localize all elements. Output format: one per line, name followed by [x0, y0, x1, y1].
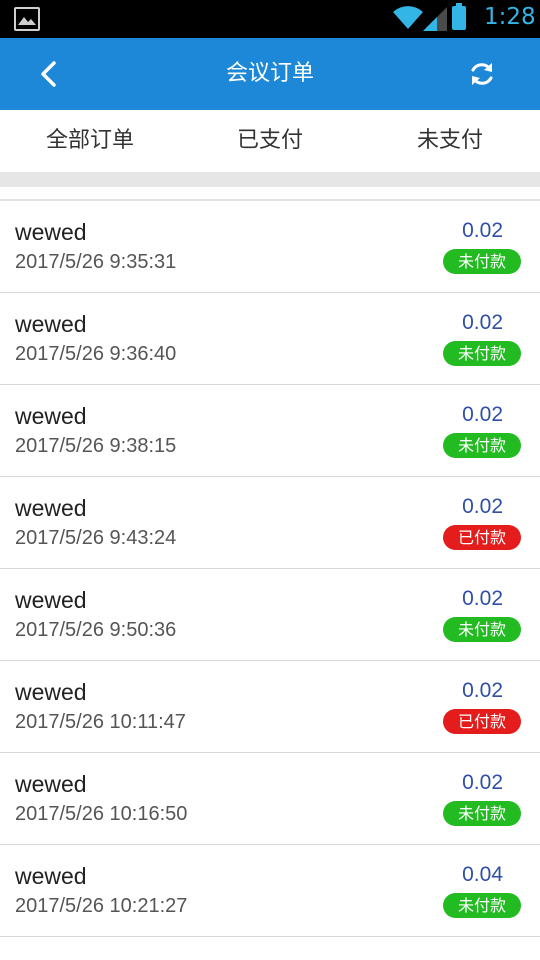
- order-row[interactable]: wewed 2017/5/26 9:38:15 0.02 未付款: [0, 385, 540, 477]
- status-bar: 1:28: [0, 0, 540, 38]
- order-amount: 0.02: [462, 771, 503, 794]
- tab-all-orders[interactable]: 全部订单: [0, 110, 180, 172]
- wifi-icon: [393, 6, 423, 29]
- order-time: 2017/5/26 10:16:50: [15, 803, 188, 825]
- page-title: 会议订单: [225, 61, 314, 86]
- order-name: wewed: [15, 587, 87, 613]
- status-badge: 未付款: [443, 617, 521, 642]
- refresh-icon: [471, 63, 493, 85]
- order-amount: 0.02: [462, 403, 503, 426]
- status-time: 1:28: [484, 4, 536, 30]
- order-time: 2017/5/26 9:43:24: [15, 527, 177, 549]
- status-badge: 未付款: [443, 433, 521, 458]
- order-row[interactable]: wewed 2017/5/26 9:35:31 0.02 未付款: [0, 201, 540, 293]
- order-amount: 0.02: [462, 679, 503, 702]
- order-name: wewed: [15, 219, 87, 245]
- order-name: wewed: [15, 495, 87, 521]
- order-name: wewed: [15, 771, 87, 797]
- order-row[interactable]: wewed 2017/5/26 9:50:36 0.02 未付款: [0, 569, 540, 661]
- refresh-button[interactable]: [460, 52, 504, 96]
- order-time: 2017/5/26 9:36:40: [15, 343, 177, 365]
- status-badge: 未付款: [443, 341, 521, 366]
- order-row[interactable]: wewed 2017/5/26 10:16:50 0.02 未付款: [0, 753, 540, 845]
- status-badge: 未付款: [443, 801, 521, 826]
- order-time: 2017/5/26 10:11:47: [15, 711, 186, 733]
- image-icon: [14, 7, 40, 31]
- order-row[interactable]: wewed 2017/5/26 9:43:24 0.02 已付款: [0, 477, 540, 569]
- chevron-left-icon: [41, 61, 56, 87]
- order-amount: 0.02: [462, 587, 503, 610]
- status-badge: 未付款: [443, 249, 521, 274]
- status-badge: 已付款: [443, 709, 521, 734]
- order-name: wewed: [15, 863, 87, 889]
- tab-unpaid[interactable]: 未支付: [360, 110, 540, 172]
- order-list: wewed 2017/5/26 9:35:31 0.02 未付款 wewed 2…: [0, 201, 540, 937]
- order-amount: 0.02: [462, 311, 503, 334]
- order-amount: 0.02: [462, 495, 503, 518]
- section-separator: [0, 172, 540, 187]
- order-name: wewed: [15, 311, 87, 337]
- battery-icon: [452, 3, 466, 30]
- order-amount: 0.04: [462, 863, 503, 886]
- order-time: 2017/5/26 9:38:15: [15, 435, 177, 457]
- signal-icon: [423, 7, 447, 31]
- status-badge: 已付款: [443, 525, 521, 550]
- order-row[interactable]: wewed 2017/5/26 10:11:47 0.02 已付款: [0, 661, 540, 753]
- order-time: 2017/5/26 9:35:31: [15, 251, 177, 273]
- back-button[interactable]: [28, 52, 72, 96]
- app-bar: 会议订单: [0, 38, 540, 110]
- order-row[interactable]: wewed 2017/5/26 10:21:27 0.04 未付款: [0, 845, 540, 937]
- order-row[interactable]: wewed 2017/5/26 9:36:40 0.02 未付款: [0, 293, 540, 385]
- order-time: 2017/5/26 10:21:27: [15, 895, 188, 917]
- order-time: 2017/5/26 9:50:36: [15, 619, 177, 641]
- order-tabs: 全部订单 已支付 未支付: [0, 110, 540, 172]
- order-name: wewed: [15, 679, 87, 705]
- order-name: wewed: [15, 403, 87, 429]
- order-amount: 0.02: [462, 219, 503, 242]
- tab-paid[interactable]: 已支付: [180, 110, 360, 172]
- status-badge: 未付款: [443, 893, 521, 918]
